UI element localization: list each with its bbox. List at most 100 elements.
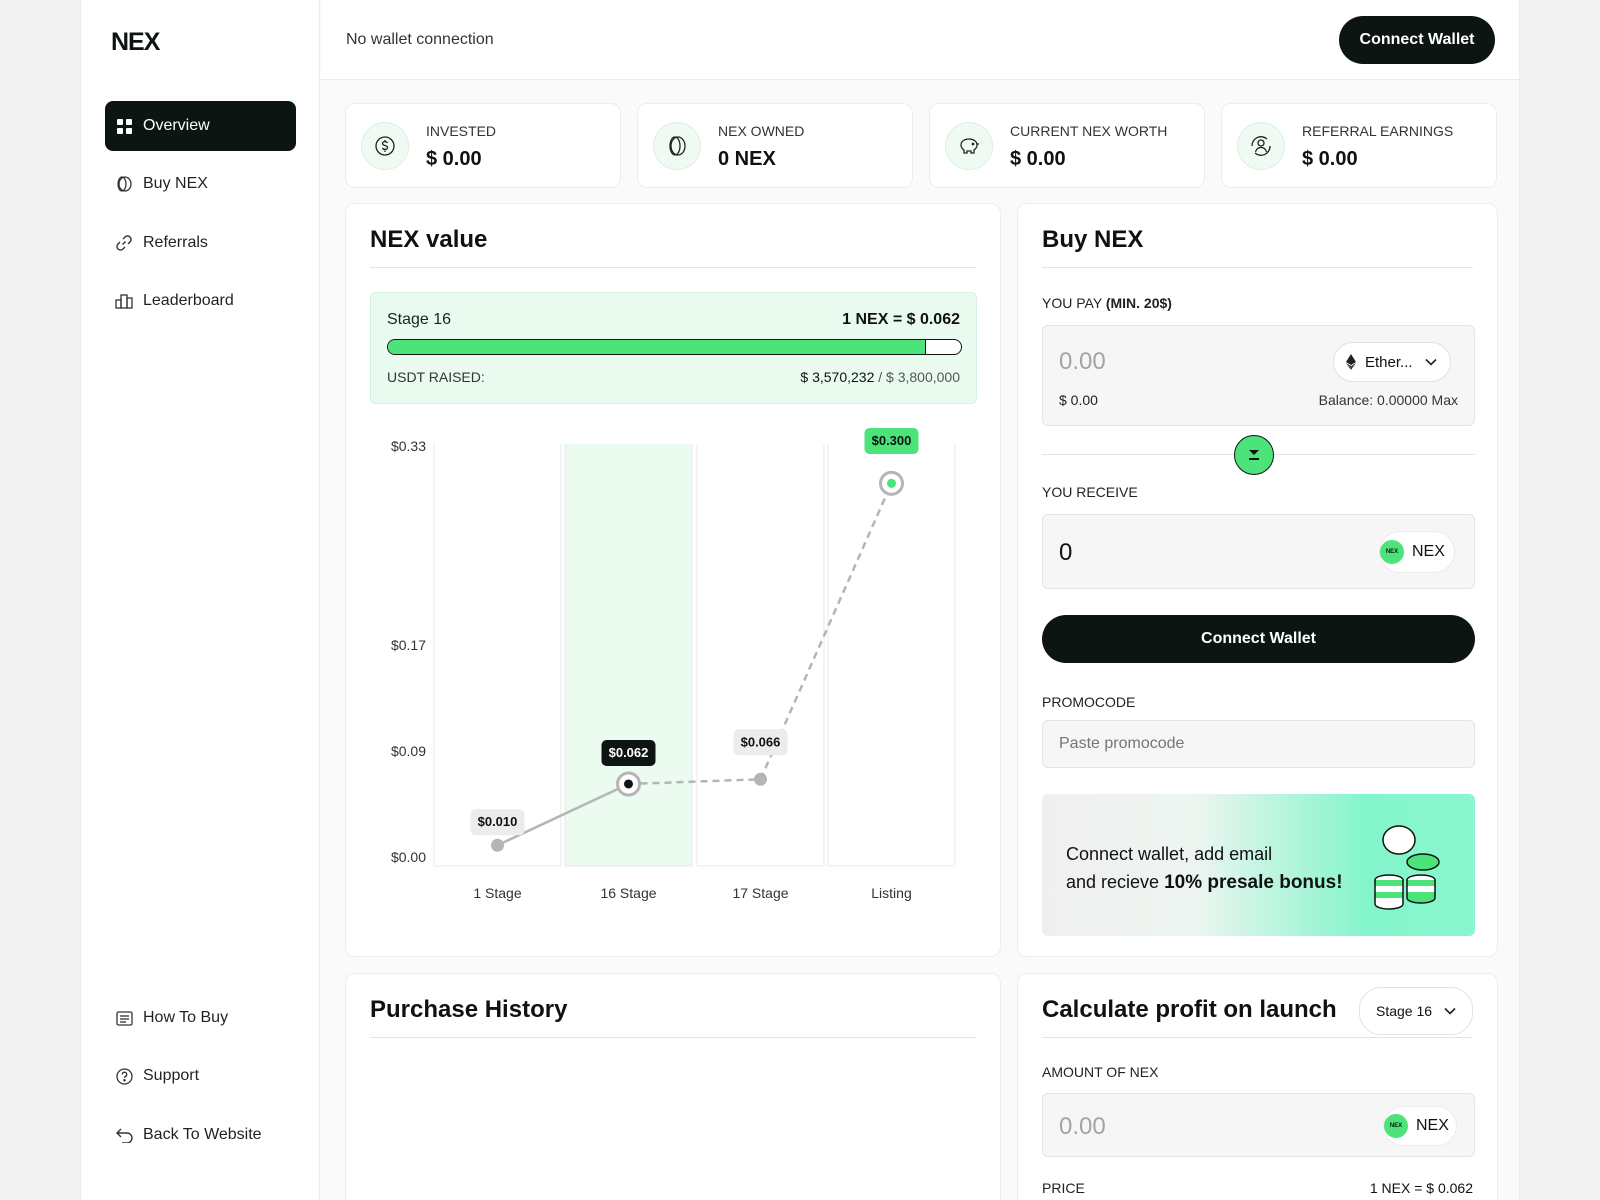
- highlight-column: [565, 444, 692, 866]
- sidebar-item-label: How To Buy: [143, 1009, 229, 1026]
- y-tick-label: $0.33: [391, 438, 426, 454]
- stage-rate: 1 NEX = $ 0.062: [842, 311, 960, 328]
- currency-label: Ether...: [1365, 353, 1413, 371]
- help-icon: [115, 1067, 133, 1085]
- pay-min: (MIN. 20$): [1105, 295, 1172, 311]
- stat-value: $ 0.00: [1302, 148, 1358, 170]
- divider: [1042, 1037, 1473, 1038]
- profit-calculator-card: Calculate profit on launch Stage 16 AMOU…: [1017, 973, 1498, 1200]
- y-tick-label: $0.00: [391, 849, 426, 865]
- stage-select[interactable]: Stage 16: [1359, 987, 1473, 1035]
- bonus-banner: Connect wallet, add email and recieve 10…: [1042, 794, 1475, 936]
- progress-bar: [387, 339, 962, 355]
- sidebar-item-label: Overview: [143, 117, 210, 134]
- receive-label: YOU RECEIVE: [1042, 484, 1138, 500]
- x-tick-label: Listing: [871, 885, 911, 901]
- receive-box: 0 NEX NEX: [1042, 514, 1475, 589]
- divider: [370, 1037, 976, 1038]
- nex-token-icon: NEX: [1384, 1114, 1408, 1138]
- stat-label: REFERRAL EARNINGS: [1302, 123, 1454, 139]
- balance-value: Balance: 0.00000: [1318, 392, 1428, 408]
- max-button[interactable]: Max: [1432, 392, 1458, 408]
- sidebar-item-label: Back To Website: [143, 1126, 262, 1143]
- raised-amount: $ 3,570,232 / $ 3,800,000: [800, 369, 960, 385]
- bonus-text: Connect wallet, add email and recieve 10…: [1066, 840, 1343, 897]
- data-point: [491, 838, 504, 852]
- card-title: Purchase History: [370, 996, 568, 1023]
- sidebar-item-buy-nex[interactable]: Buy NEX: [105, 159, 296, 209]
- data-point: [754, 772, 767, 786]
- sidebar-item-support[interactable]: Support: [105, 1051, 296, 1101]
- main-area: No wallet connection Connect Wallet INVE…: [321, 0, 1519, 1200]
- connect-wallet-button[interactable]: Connect Wallet: [1339, 16, 1495, 64]
- sidebar-item-back-to-website[interactable]: Back To Website: [105, 1110, 296, 1160]
- token-label: NEX: [1412, 543, 1445, 560]
- stat-card-invested: INVESTED $ 0.00: [345, 103, 621, 188]
- token-label: NEX: [1416, 1117, 1449, 1134]
- nex-value-chart: 1 Stage 16 Stage 17 Stage Listing $0.00 $0.09…: [391, 428, 956, 901]
- app-shell: NEX Overview Buy NEX Referrals Leaderboa…: [80, 0, 1520, 1200]
- amount-input[interactable]: 0.00: [1059, 1113, 1106, 1141]
- stat-card-referral-earnings: REFERRAL EARNINGS $ 0.00: [1221, 103, 1497, 188]
- arrow-down-icon: [1248, 449, 1260, 461]
- card-title: NEX value: [370, 226, 488, 253]
- data-label: $0.300: [872, 433, 912, 448]
- pay-input-box: 0.00 Ether... $ 0.00 Balance: 0.00000 Ma…: [1042, 325, 1475, 426]
- pay-label: YOU PAY (MIN. 20$): [1042, 295, 1172, 311]
- buy-connect-wallet-button[interactable]: Connect Wallet: [1042, 615, 1475, 663]
- pay-label-text: YOU PAY: [1042, 295, 1102, 311]
- stat-label: CURRENT NEX WORTH: [1010, 123, 1168, 139]
- receive-value: 0: [1059, 539, 1073, 566]
- divider: [370, 267, 976, 268]
- chevron-down-icon: [1444, 1007, 1456, 1015]
- dollar-icon: [361, 122, 409, 170]
- nex-value-card: NEX value Stage 16 1 NEX = $ 0.062 USDT …: [345, 203, 1001, 957]
- logo-text: NEX: [111, 28, 161, 54]
- sidebar-item-label: Buy NEX: [143, 175, 208, 192]
- stat-value: 0 NEX: [718, 148, 776, 170]
- chevron-down-icon: [1424, 358, 1437, 366]
- pay-amount-input[interactable]: 0.00: [1059, 348, 1106, 376]
- amount-label: AMOUNT OF NEX: [1042, 1064, 1159, 1080]
- stat-value: $ 0.00: [426, 148, 482, 170]
- return-icon: [115, 1126, 133, 1144]
- coin-icon: [653, 122, 701, 170]
- sidebar-item-how-to-buy[interactable]: How To Buy: [105, 993, 296, 1043]
- sidebar-item-referrals[interactable]: Referrals: [105, 218, 296, 268]
- wallet-status: No wallet connection: [346, 31, 494, 48]
- stat-card-current-worth: CURRENT NEX WORTH $ 0.00: [929, 103, 1205, 188]
- document-icon: [115, 1009, 133, 1027]
- stage-progress-box: Stage 16 1 NEX = $ 0.062 USDT RAISED: $ …: [370, 292, 977, 404]
- data-label: $0.010: [478, 814, 518, 829]
- swap-button[interactable]: [1234, 435, 1274, 475]
- raised-label: USDT RAISED:: [387, 369, 485, 385]
- progress-bar-fill: [388, 340, 927, 354]
- x-tick-label: 1 Stage: [473, 885, 521, 901]
- stage-select-label: Stage 16: [1376, 1003, 1433, 1019]
- bonus-line2: and recieve: [1066, 872, 1160, 892]
- podium-icon: [115, 292, 133, 310]
- sidebar-item-overview[interactable]: Overview: [105, 101, 296, 151]
- piggy-bank-icon: [945, 122, 993, 170]
- raised-goal: / $ 3,800,000: [878, 369, 960, 385]
- data-label: $0.066: [741, 734, 781, 749]
- data-point-center: [887, 478, 896, 488]
- card-title: Buy NEX: [1042, 226, 1144, 253]
- promocode-input[interactable]: [1042, 720, 1475, 768]
- currency-select[interactable]: Ether...: [1333, 342, 1451, 382]
- card-title: Calculate profit on launch: [1042, 996, 1337, 1023]
- bonus-line1: Connect wallet, add email: [1066, 844, 1273, 864]
- logo[interactable]: NEX: [111, 28, 173, 61]
- promocode-label: PROMOCODE: [1042, 694, 1136, 710]
- referral-icon: [1237, 122, 1285, 170]
- divider: [1042, 267, 1473, 268]
- price-label: PRICE: [1042, 1180, 1085, 1196]
- stat-label: NEX OWNED: [718, 123, 805, 139]
- sidebar-item-label: Referrals: [143, 234, 208, 251]
- sidebar-item-label: Leaderboard: [143, 292, 234, 309]
- sidebar-item-leaderboard[interactable]: Leaderboard: [105, 276, 296, 326]
- top-bar: No wallet connection Connect Wallet: [321, 0, 1519, 80]
- raised-value: $ 3,570,232: [800, 369, 875, 385]
- purchase-history-card: Purchase History: [345, 973, 1001, 1200]
- ethereum-icon: [1346, 354, 1356, 370]
